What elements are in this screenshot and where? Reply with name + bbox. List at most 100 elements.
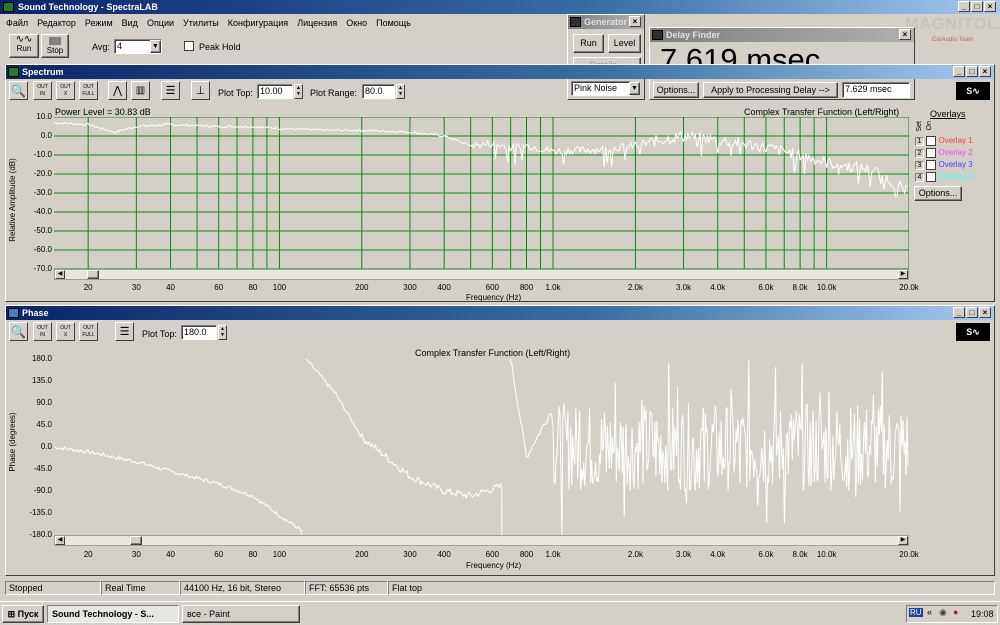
task2-label: все - Paint (187, 609, 230, 619)
phase-zoom-in-icon[interactable]: OUT IN (33, 322, 52, 341)
y-tick-label: -60.0 (33, 245, 52, 254)
spectrum-scroll-thumb[interactable] (87, 270, 99, 279)
phase-scroll-thumb[interactable] (130, 536, 142, 545)
overlay-row-1[interactable]: 1 Overlay 1 (915, 136, 973, 148)
overlays-options-button[interactable]: Options... (914, 186, 962, 201)
x-tick-label: 8.0k (792, 283, 808, 292)
y-tick-label: 0.0 (40, 442, 52, 451)
menu-item-3[interactable]: Вид (122, 18, 138, 28)
generator-close-icon[interactable]: × (629, 16, 641, 27)
menu-item-5[interactable]: Утилиты (183, 18, 219, 28)
spectrum-plot[interactable] (54, 117, 909, 269)
menu-item-4[interactable]: Опции (147, 18, 174, 28)
generator-run-button[interactable]: Run (573, 34, 604, 53)
phase-scroll-right-icon[interactable]: ▶ (898, 536, 908, 545)
spectrum-close-icon[interactable]: × (979, 66, 991, 77)
phase-maximize-icon[interactable]: □ (966, 307, 978, 318)
stop-button[interactable]: Stop (41, 34, 69, 58)
logo-text: MAGNITOLA (905, 16, 1000, 33)
app-title: Sound Technology - SpectraLAB (18, 2, 158, 12)
spectrum-scrollbar[interactable]: ◀ ▶ (54, 269, 909, 280)
delay-close-icon[interactable]: × (899, 29, 911, 40)
overlay-checkbox[interactable] (926, 172, 937, 182)
settings-list-icon[interactable]: ☰ (161, 81, 180, 100)
phase-logo-icon[interactable]: S∿ (956, 323, 990, 341)
antivirus-icon[interactable]: ● (953, 607, 958, 617)
phase-scroll-left-icon[interactable]: ◀ (55, 536, 65, 545)
peak-hold-checkbox[interactable] (184, 41, 194, 51)
overlay-set-button[interactable]: 1 (915, 137, 924, 147)
phase-zoom-icon[interactable]: 🔍 (9, 322, 28, 341)
overlay-checkbox[interactable] (926, 148, 937, 158)
phase-minimize-icon[interactable]: _ (953, 307, 965, 318)
x-tick-label: 600 (485, 283, 500, 292)
overlay-row-2[interactable]: 2 Overlay 2 (915, 148, 973, 160)
phase-settings-icon[interactable]: ☰ (115, 322, 134, 341)
data-series-line (54, 121, 908, 198)
overlay-row-3[interactable]: 3 Overlay 3 (915, 160, 973, 172)
spectrum-maximize-icon[interactable]: □ (966, 66, 978, 77)
y-tick-label: -135.0 (29, 508, 52, 517)
language-indicator[interactable]: RU (909, 608, 923, 617)
line-graph-icon[interactable]: ⋀ (108, 81, 127, 100)
phase-title: Phase (22, 308, 49, 318)
menu-item-8[interactable]: Окно (346, 18, 367, 28)
menu-item-0[interactable]: Файл (6, 18, 28, 28)
plot-range-value: 80.0 (365, 86, 383, 96)
taskbar-item-spectralab[interactable]: Sound Technology - S... (47, 605, 179, 623)
phase-zoom-out-icon[interactable]: OUT X (56, 322, 75, 341)
sound-tech-logo-icon[interactable]: S∿ (956, 82, 990, 100)
start-button[interactable]: ⊞ Пуск (2, 605, 44, 623)
scroll-left-icon[interactable]: ◀ (55, 270, 65, 279)
phase-plot-top-spinner[interactable]: ▲ ▼ (218, 325, 227, 340)
plot-range-spinner[interactable]: ▲ ▼ (396, 84, 405, 99)
menu-bar: Файл Редактор Режим Вид Опции Утилиты Конфигур… (6, 18, 420, 28)
phase-plot[interactable] (54, 359, 909, 535)
spectrum-minimize-icon[interactable]: _ (953, 66, 965, 77)
phase-scrollbar[interactable]: ◀ ▶ (54, 535, 909, 546)
menu-item-6[interactable]: Конфигурация (228, 18, 288, 28)
maximize-icon[interactable]: □ (971, 1, 983, 12)
x-tick-label: 8.0k (792, 550, 808, 559)
phase-zoom-full-icon[interactable]: OUT FULL (79, 322, 98, 341)
x-tick-label: 80 (248, 550, 258, 559)
menu-item-2[interactable]: Режим (85, 18, 113, 28)
overlay-set-button[interactable]: 4 (915, 173, 924, 183)
plot-range-input[interactable]: 80.0 (362, 84, 395, 99)
avg-dropdown-icon[interactable]: ▼ (150, 40, 161, 53)
scroll-right-icon[interactable]: ▶ (898, 270, 908, 279)
cursor-icon[interactable]: ⊥ (191, 81, 210, 100)
generator-level-button[interactable]: Level (608, 34, 641, 53)
overlay-set-button[interactable]: 2 (915, 149, 924, 159)
run-button[interactable]: ∿∿ Run (9, 34, 39, 58)
menu-item-9[interactable]: Помощь (376, 18, 411, 28)
zoom-out-x-icon[interactable]: OUT X (56, 81, 75, 100)
spectrum-plot-top-spinner[interactable]: ▲ ▼ (294, 84, 303, 99)
overlay-checkbox[interactable] (926, 160, 937, 170)
phase-close-icon[interactable]: × (979, 307, 991, 318)
zoom-icon[interactable]: 🔍 (9, 81, 28, 100)
status-state-text: Stopped (9, 583, 43, 593)
y-tick-label: -40.0 (33, 207, 52, 216)
close-icon[interactable]: × (984, 1, 996, 12)
plot-range-label: Plot Range: (310, 88, 358, 98)
network-icon[interactable]: ◉ (939, 607, 947, 618)
taskbar-item-paint[interactable]: все - Paint (182, 605, 300, 623)
bar-graph-icon[interactable]: ▥ (131, 81, 150, 100)
phase-plot-top-input[interactable]: 180.0 (181, 325, 217, 340)
status-state: Stopped (5, 581, 101, 595)
overlay-set-button[interactable]: 3 (915, 161, 924, 171)
tray-expand-icon[interactable]: « (927, 607, 932, 617)
overlay-checkbox[interactable] (926, 136, 937, 146)
zoom-full-icon[interactable]: OUT FULL (79, 81, 98, 100)
menu-item-1[interactable]: Редактор (37, 18, 76, 28)
status-window: Flat top (388, 581, 995, 595)
x-tick-label: 20.0k (899, 283, 919, 292)
minimize-icon[interactable]: _ (958, 1, 970, 12)
menu-item-7[interactable]: Лицензия (297, 18, 337, 28)
x-tick-label: 60 (214, 550, 224, 559)
zoom-in-x-icon[interactable]: OUT IN (33, 81, 52, 100)
overlay-row-4[interactable]: 4 Overlay 4 (915, 172, 973, 184)
spectrum-plot-top-input[interactable]: 10.00 (257, 84, 293, 99)
generator-title: Generator (584, 17, 628, 27)
